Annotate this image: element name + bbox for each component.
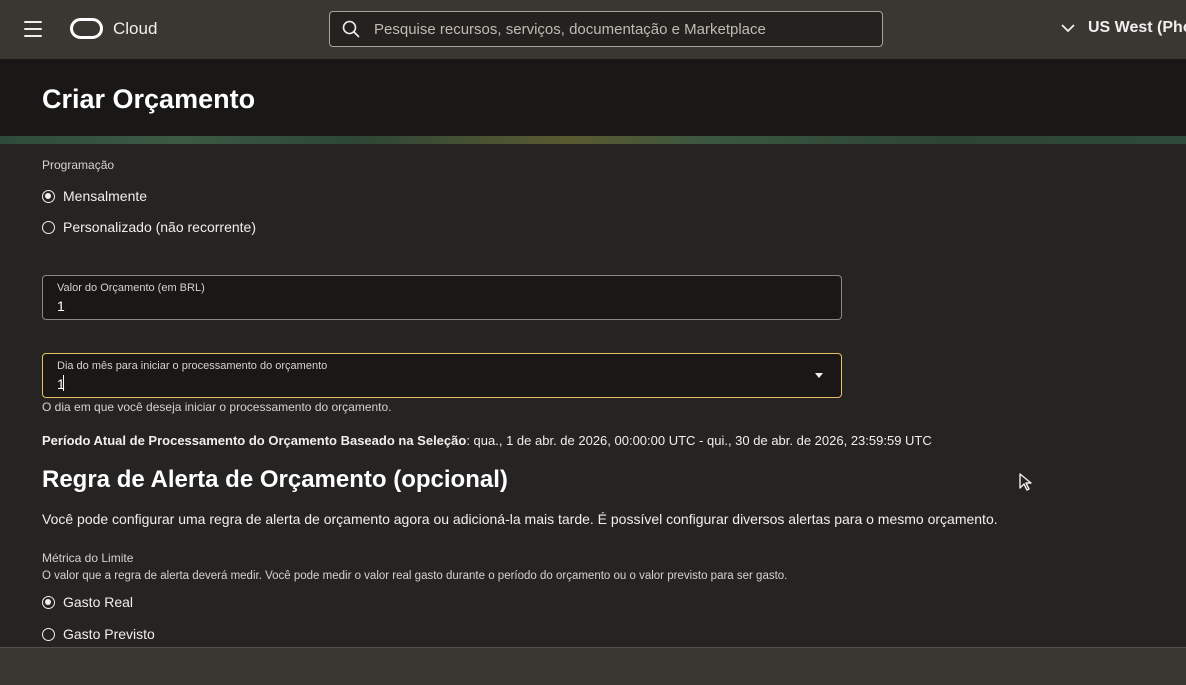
processing-period-label: Período Atual de Processamento do Orçame… [42,433,467,448]
threshold-metric-description: O valor que a regra de alerta deverá med… [42,570,788,582]
radio-forecast-spend-label: Gasto Previsto [63,626,155,642]
menu-icon[interactable] [24,21,42,37]
start-day-label: Dia do mês para iniciar o processamento … [57,360,328,372]
radio-custom[interactable] [42,220,55,234]
dropdown-arrow-icon[interactable] [815,373,823,378]
search-input[interactable] [372,19,882,39]
alert-rule-title: Regra de Alerta de Orçamento (opcional) [42,466,508,493]
decorative-banner [0,136,1186,144]
page-title: Criar Orçamento [42,84,256,114]
search-icon [342,20,360,38]
budget-amount-value[interactable]: 1 [57,298,65,314]
text-caret [63,375,64,391]
region-selector[interactable]: US West (Pho [1060,19,1186,37]
mouse-pointer-icon [1019,473,1032,491]
radio-actual-spend-label: Gasto Real [63,594,134,610]
radio-actual-spend[interactable] [42,595,55,609]
schedule-label: Programação [42,158,115,172]
brand-logo[interactable]: Cloud [70,18,157,39]
chevron-down-icon [1061,24,1075,33]
schedule-option-monthly[interactable]: Mensalmente [42,188,147,204]
start-day-helper: O dia em que você deseja iniciar o proce… [42,400,392,414]
global-search[interactable] [329,11,883,47]
bottom-action-bar [0,647,1186,685]
region-label: US West (Pho [1088,19,1186,36]
start-day-select[interactable]: Dia do mês para iniciar o processamento … [42,353,842,398]
radio-monthly-label: Mensalmente [63,188,148,204]
schedule-option-custom[interactable]: Personalizado (não recorrente) [42,219,256,235]
alert-rule-description: Você pode configurar uma regra de alerta… [42,511,998,527]
radio-forecast-spend[interactable] [42,627,55,641]
radio-monthly[interactable] [42,189,55,203]
brand-label: Cloud [113,18,158,38]
radio-custom-label: Personalizado (não recorrente) [63,219,256,235]
metric-option-actual[interactable]: Gasto Real [42,594,133,610]
metric-option-forecast[interactable]: Gasto Previsto [42,626,155,642]
oracle-logo-icon [70,18,103,39]
budget-amount-field[interactable]: Valor do Orçamento (em BRL) 1 [42,275,842,320]
main-content: Programação Mensalmente Personalizado (n… [0,144,1186,647]
threshold-metric-label: Métrica do Limite [42,551,134,565]
processing-period: Período Atual de Processamento do Orçame… [42,433,932,448]
top-navigation-bar: Cloud US West (Pho [0,0,1186,59]
processing-period-value: : qua., 1 de abr. de 2026, 00:00:00 UTC … [466,433,932,448]
budget-amount-label: Valor do Orçamento (em BRL) [57,282,205,294]
